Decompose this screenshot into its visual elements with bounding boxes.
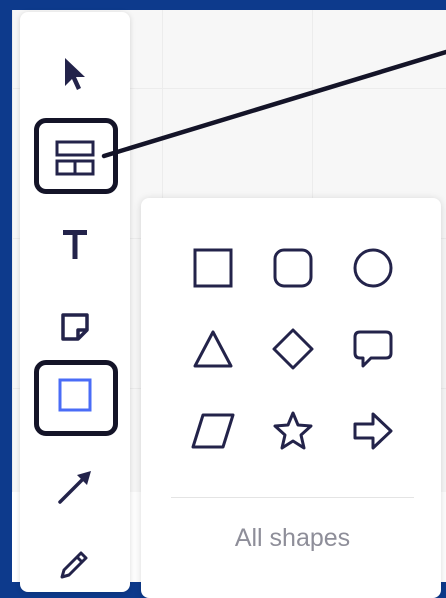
pen-tool[interactable] (20, 534, 130, 592)
star-icon (273, 411, 313, 450)
shape-diamond[interactable] (265, 321, 321, 377)
text-tool[interactable] (20, 215, 130, 273)
shapes-panel: All shapes (141, 198, 441, 598)
parallelogram-icon (191, 413, 235, 449)
connector-tool[interactable] (20, 458, 130, 516)
shape-right-arrow[interactable] (345, 403, 401, 459)
panel-divider (171, 497, 414, 498)
all-shapes-link[interactable]: All shapes (171, 524, 414, 553)
diamond-icon (272, 328, 314, 370)
right-arrow-icon (353, 412, 393, 450)
shape-triangle[interactable] (185, 321, 241, 377)
shapes-tool-highlight (34, 360, 118, 436)
triangle-icon (193, 330, 233, 368)
shape-parallelogram[interactable] (185, 403, 241, 459)
shape-star[interactable] (265, 403, 321, 459)
left-toolbar (20, 12, 130, 592)
pencil-icon (60, 551, 88, 579)
shape-rectangle[interactable] (185, 240, 241, 296)
shape-rounded-rectangle[interactable] (265, 240, 321, 296)
arrow-line-icon (58, 471, 91, 504)
sticky-note-icon (61, 313, 89, 341)
text-T-icon (63, 230, 87, 259)
shape-circle[interactable] (345, 240, 401, 296)
rectangle-icon (193, 248, 233, 288)
screenshot-frame: All shapes (0, 0, 446, 598)
templates-tool-highlight (34, 118, 118, 194)
shape-speech-bubble[interactable] (345, 321, 401, 377)
speech-bubble-icon (353, 330, 393, 368)
sticky-note-tool[interactable] (20, 298, 130, 356)
circle-icon (353, 248, 393, 288)
cursor-arrow-icon (65, 58, 85, 90)
select-tool[interactable] (20, 45, 130, 103)
rounded-rectangle-icon (273, 248, 313, 288)
